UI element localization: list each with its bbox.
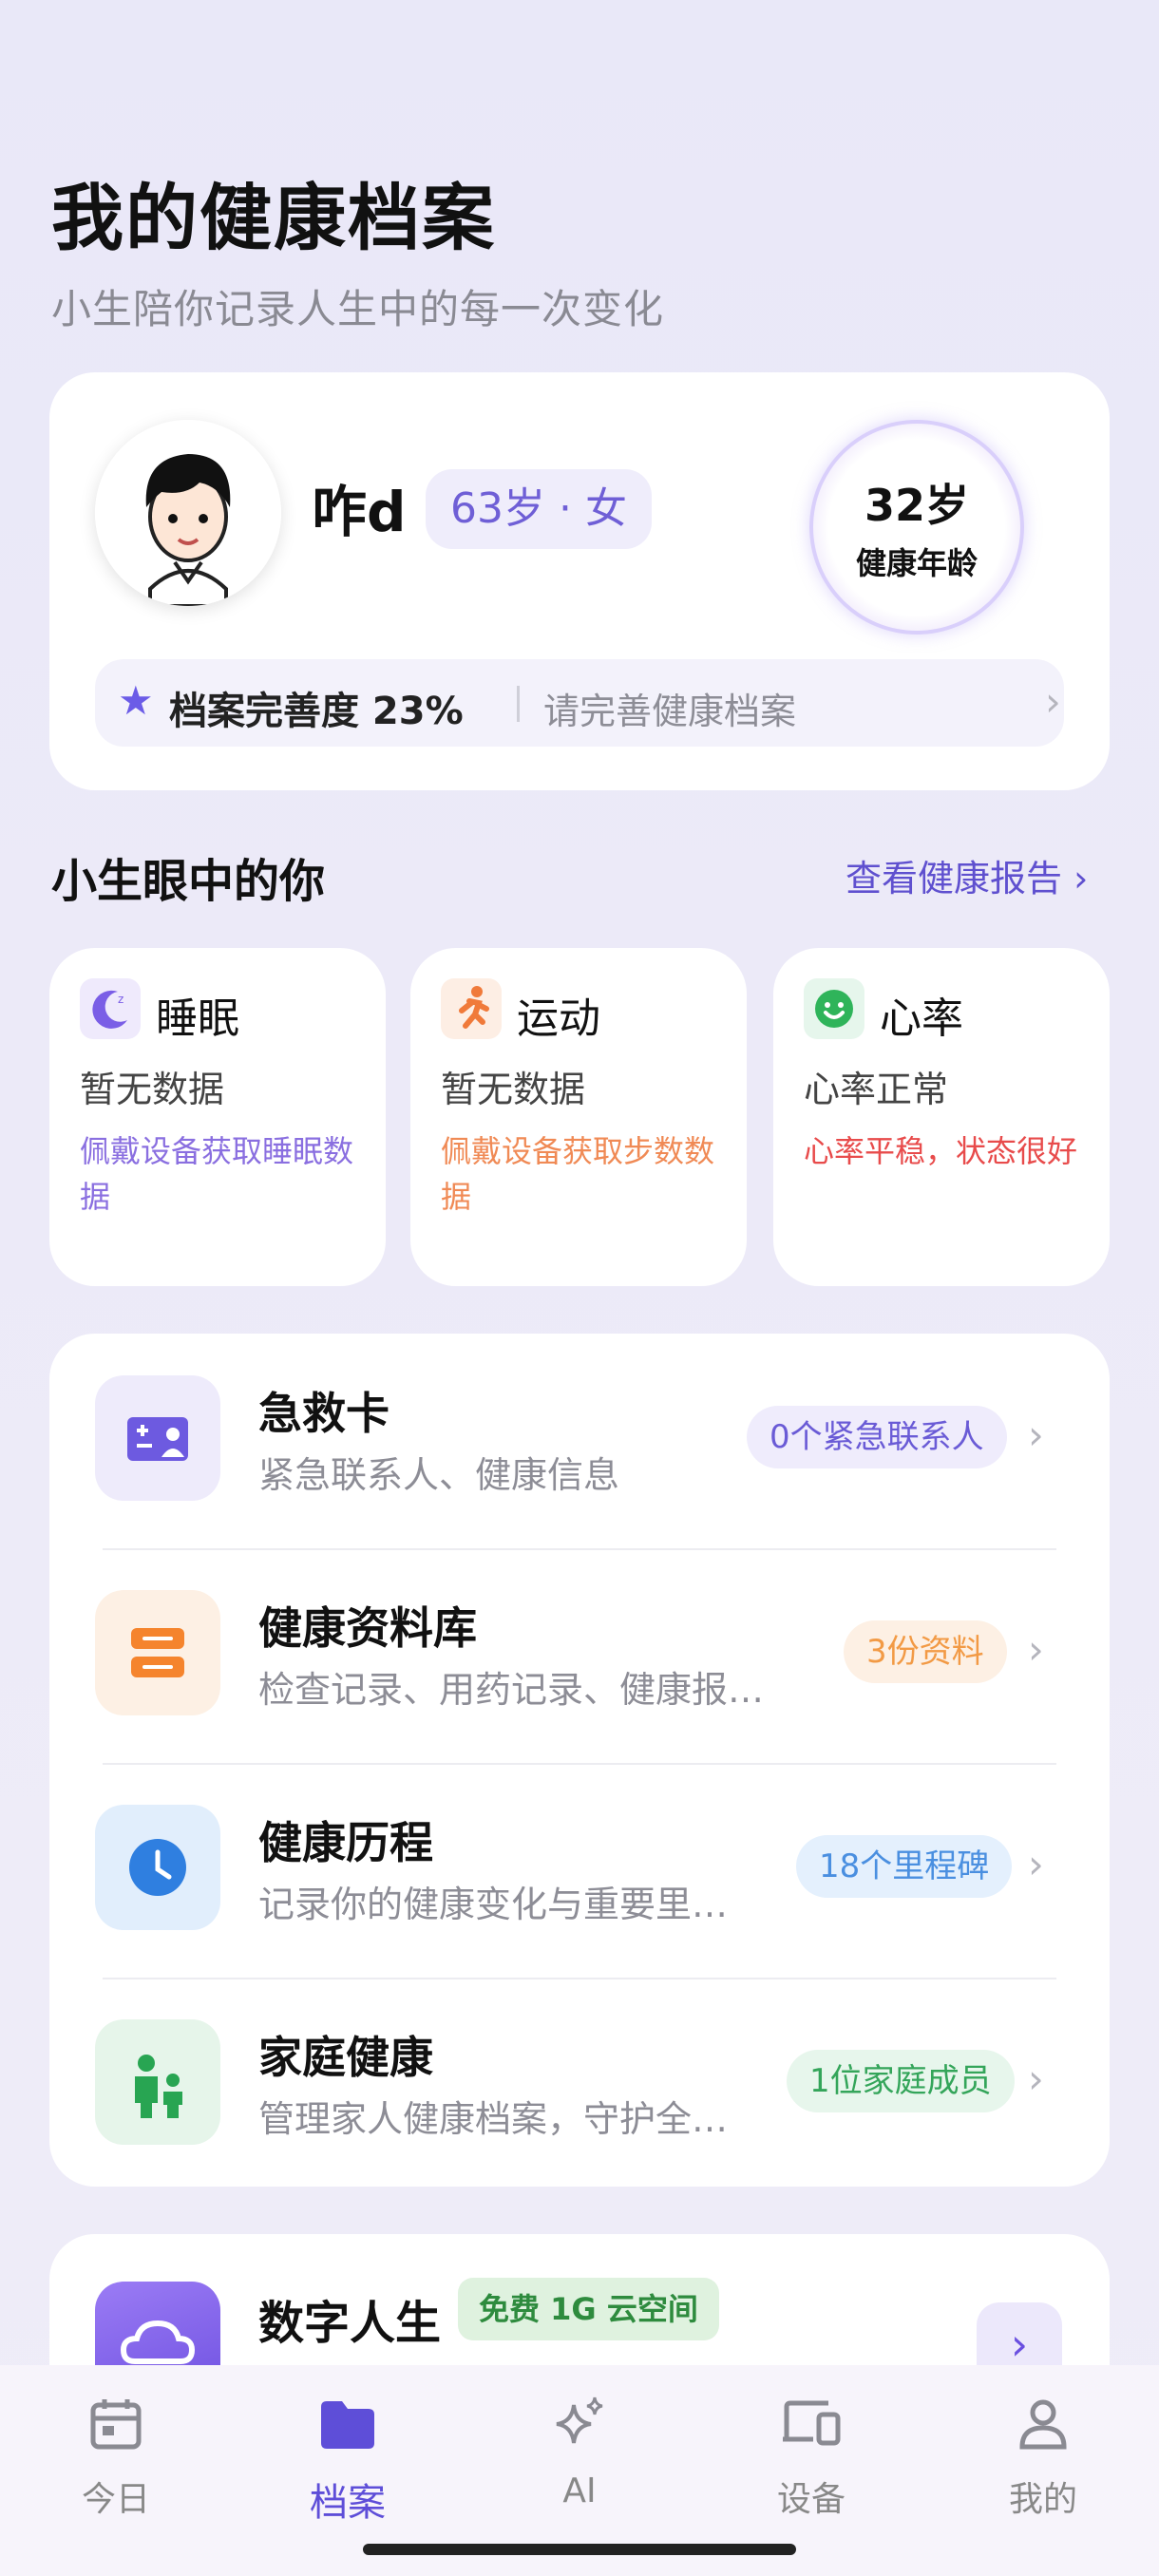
metric-hint: 心率平稳，状态很好 <box>804 1133 1078 1169</box>
tab-label: AI <box>562 2472 597 2510</box>
health-age-label: 健康年龄 <box>855 545 978 581</box>
database-icon <box>95 1590 220 1715</box>
chevron-right-icon: › <box>1028 2055 1044 2102</box>
emergency-card-icon <box>95 1375 220 1501</box>
row-desc: 记录你的健康变化与重要里… <box>258 1884 729 1925</box>
sleep-card[interactable]: z 睡眠 暂无数据 佩戴设备获取睡眠数据 <box>49 948 386 1286</box>
tab-mine[interactable]: 我的 <box>927 2384 1159 2536</box>
tab-label: 我的 <box>1008 2480 1077 2519</box>
metric-value: 暂无数据 <box>441 1069 586 1110</box>
svg-text:z: z <box>118 993 124 1006</box>
tab-today[interactable]: 今日 <box>0 2384 232 2536</box>
metric-name: 心率 <box>880 994 963 1043</box>
completeness-text: 档案完善度 23% <box>169 690 464 733</box>
digital-life-title: 数字人生 <box>258 2297 442 2350</box>
health-journey-row[interactable]: 健康历程 记录你的健康变化与重要里… 18个里程碑 › <box>49 1763 1110 1978</box>
tab-ai[interactable]: AI <box>464 2384 695 2536</box>
row-badge: 18个里程碑 <box>796 1835 1013 1898</box>
folder-icon <box>321 2401 374 2449</box>
row-desc: 检查记录、用药记录、健康报… <box>258 1669 765 1711</box>
moon-icon: z <box>80 978 141 1039</box>
profile-card[interactable]: 咋d 63岁 · 女 32岁 健康年龄 ★ 档案完善度 23% 请完善健康档案 … <box>49 372 1110 790</box>
free-storage-badge: 免费 1G 云空间 <box>458 2278 719 2340</box>
row-desc: 紧急联系人、健康信息 <box>258 1454 620 1496</box>
health-age-circle[interactable]: 32岁 健康年龄 <box>809 420 1024 635</box>
tab-archive[interactable]: 档案 <box>232 2384 464 2536</box>
age-gender-badge: 63岁 · 女 <box>426 469 652 549</box>
metric-name: 睡眠 <box>156 994 239 1043</box>
metric-value: 暂无数据 <box>80 1069 225 1110</box>
home-indicator[interactable] <box>363 2544 796 2555</box>
avatar-illustration-icon <box>95 420 281 606</box>
devices-icon <box>783 2400 841 2446</box>
divider <box>517 686 520 722</box>
page-title: 我的健康档案 <box>51 176 496 260</box>
row-desc: 管理家人健康档案，守护全… <box>258 2098 729 2140</box>
chevron-right-icon: › <box>1045 678 1061 725</box>
completeness-hint: 请完善健康档案 <box>543 691 797 732</box>
metric-value: 心率正常 <box>804 1069 949 1110</box>
sparkle-icon <box>556 2396 603 2444</box>
row-badge: 0个紧急联系人 <box>747 1406 1007 1468</box>
smile-icon <box>804 978 864 1039</box>
tab-label: 今日 <box>81 2480 150 2519</box>
calendar-icon <box>90 2399 142 2450</box>
family-icon <box>95 2019 220 2145</box>
tab-label: 设备 <box>776 2480 846 2519</box>
user-name: 咋d <box>312 480 407 544</box>
health-records-list: 急救卡 紧急联系人、健康信息 0个紧急联系人 › 健康资料库 检查记录、用药记录… <box>49 1334 1110 2187</box>
row-title: 健康资料库 <box>258 1602 477 1654</box>
chevron-right-icon: › <box>1028 1626 1044 1673</box>
health-age-value: 32岁 <box>864 480 969 531</box>
row-title: 健康历程 <box>258 1817 433 1868</box>
heart-rate-card[interactable]: 心率 心率正常 心率平稳，状态很好 <box>773 948 1110 1286</box>
row-badge: 3份资料 <box>844 1620 1007 1683</box>
page-subtitle: 小生陪你记录人生中的每一次变化 <box>51 286 665 332</box>
view-health-report-link[interactable]: 查看健康报告 › <box>846 849 1088 901</box>
exercise-card[interactable]: 运动 暂无数据 佩戴设备获取步数数据 <box>410 948 747 1286</box>
row-title: 家庭健康 <box>258 2032 433 2083</box>
tab-devices[interactable]: 设备 <box>695 2384 927 2536</box>
chevron-right-icon: › <box>1028 1411 1044 1458</box>
person-icon <box>1019 2399 1067 2450</box>
running-icon <box>441 978 502 1039</box>
family-health-row[interactable]: 家庭健康 管理家人健康档案，守护全… 1位家庭成员 › <box>49 1978 1110 2192</box>
metric-hint: 佩戴设备获取步数数据 <box>441 1133 715 1215</box>
health-database-row[interactable]: 健康资料库 检查记录、用药记录、健康报… 3份资料 › <box>49 1548 1110 1763</box>
row-title: 急救卡 <box>258 1388 390 1439</box>
metric-hint: 佩戴设备获取睡眠数据 <box>80 1133 354 1215</box>
star-icon: ★ <box>118 677 154 724</box>
profile-completeness-bar[interactable]: ★ 档案完善度 23% 请完善健康档案 › <box>95 659 1064 747</box>
clock-icon <box>95 1805 220 1930</box>
avatar[interactable] <box>95 420 281 606</box>
tab-label: 档案 <box>310 2481 386 2525</box>
row-badge: 1位家庭成员 <box>787 2050 1015 2112</box>
section-title: 小生眼中的你 <box>51 855 326 908</box>
chevron-right-icon: › <box>1028 1841 1044 1887</box>
emergency-card-row[interactable]: 急救卡 紧急联系人、健康信息 0个紧急联系人 › <box>49 1334 1110 1548</box>
metric-name: 运动 <box>517 994 600 1043</box>
